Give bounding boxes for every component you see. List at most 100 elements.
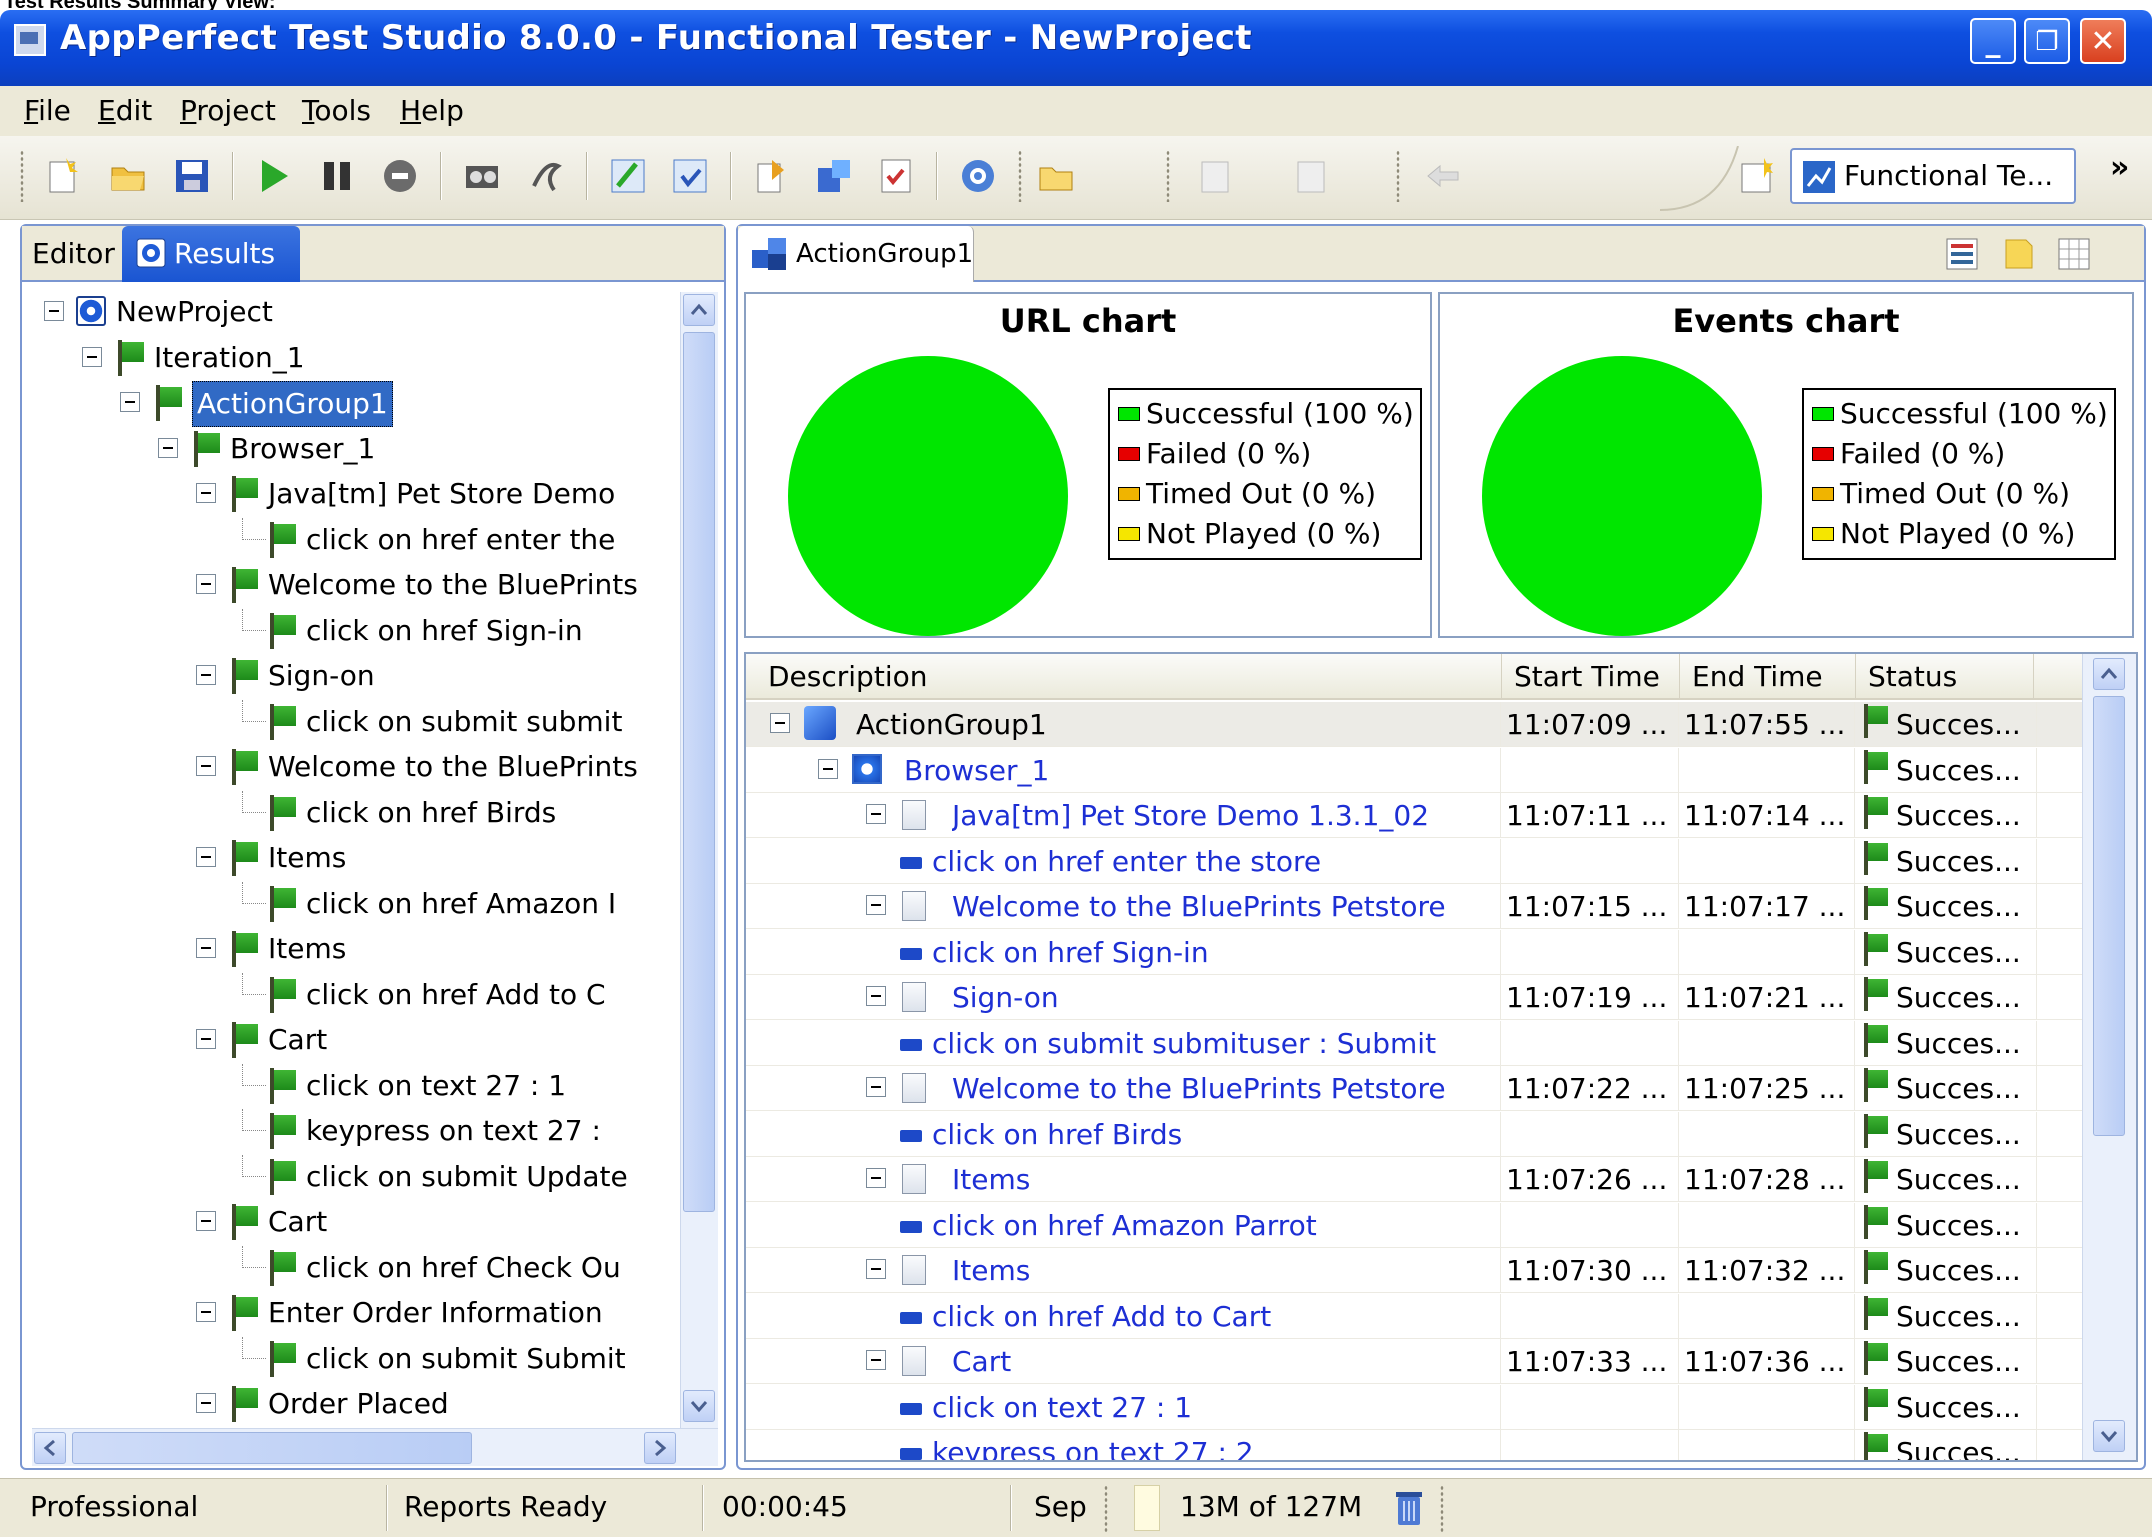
collapse-toggle[interactable] bbox=[196, 756, 216, 776]
column-description[interactable]: Description bbox=[746, 654, 1502, 700]
maximize-button[interactable]: ❐ bbox=[2024, 18, 2070, 64]
scroll-left-button[interactable] bbox=[34, 1432, 66, 1464]
cell-description[interactable]: click on href enter the store bbox=[932, 839, 1532, 884]
scroll-up-button[interactable] bbox=[2093, 658, 2125, 690]
tree-item[interactable]: Iteration_1 bbox=[32, 336, 682, 380]
script-icon[interactable] bbox=[526, 156, 566, 196]
cell-description[interactable]: Sign-on bbox=[952, 975, 1552, 1020]
column-end-time[interactable]: End Time bbox=[1680, 654, 1856, 700]
table-row[interactable]: click on submit submituser : Submit Succe… bbox=[746, 1020, 2082, 1066]
menu-help[interactable]: Help bbox=[400, 92, 464, 130]
tree-item[interactable]: keypress on text 27 : bbox=[32, 1109, 682, 1153]
tree-vertical-scrollbar[interactable] bbox=[680, 292, 718, 1428]
app-icon[interactable] bbox=[14, 24, 46, 56]
cell-description[interactable]: click on text 27 : 1 bbox=[932, 1385, 1532, 1430]
toolbar-overflow-chevron[interactable]: » bbox=[2110, 150, 2129, 185]
table-vertical-scrollbar[interactable] bbox=[2082, 654, 2136, 1460]
scroll-down-button[interactable] bbox=[683, 1390, 715, 1422]
perspective-button[interactable]: Functional Te... bbox=[1790, 148, 2076, 204]
minimize-button[interactable]: _ bbox=[1970, 18, 2016, 64]
table-row[interactable]: Browser_1 Succes... bbox=[746, 747, 2082, 793]
column-status[interactable]: Status bbox=[1856, 654, 2034, 700]
collapse-toggle[interactable] bbox=[196, 847, 216, 867]
tree-item[interactable]: click on submit submit bbox=[32, 699, 682, 744]
table-row[interactable]: click on href Sign-in Succes... bbox=[746, 929, 2082, 975]
cell-description[interactable]: click on href Sign-in bbox=[932, 930, 1532, 975]
collapse-toggle[interactable] bbox=[866, 1168, 886, 1188]
close-button[interactable]: ✕ bbox=[2080, 18, 2126, 64]
tree-item[interactable]: click on href Check Ou bbox=[32, 1245, 682, 1290]
collapse-toggle[interactable] bbox=[866, 804, 886, 824]
collapse-toggle[interactable] bbox=[866, 1259, 886, 1279]
table-row[interactable]: click on href Amazon Parrot Succes... bbox=[746, 1202, 2082, 1248]
tree-item[interactable]: click on href Amazon I bbox=[32, 881, 682, 926]
cell-description[interactable]: click on href Amazon Parrot bbox=[932, 1203, 1532, 1248]
column-start-time[interactable]: Start Time bbox=[1502, 654, 1680, 700]
table-row[interactable]: ActionGroup1 11:07:09 ... 11:07:55 ... Succ… bbox=[746, 702, 2082, 747]
scroll-thumb[interactable] bbox=[683, 332, 715, 1212]
scroll-down-button[interactable] bbox=[2093, 1420, 2125, 1452]
cell-description[interactable]: Java[tm] Pet Store Demo 1.3.1_02 bbox=[952, 793, 1552, 838]
tree-item[interactable]: Cart bbox=[32, 1200, 682, 1244]
collapse-toggle[interactable] bbox=[196, 483, 216, 503]
toolbar-grip[interactable] bbox=[1166, 150, 1170, 202]
collapse-toggle[interactable] bbox=[196, 1211, 216, 1231]
tree-item[interactable]: Welcome to the BluePrints bbox=[32, 745, 682, 789]
tab-editor[interactable]: Editor bbox=[32, 234, 115, 274]
collapse-toggle[interactable] bbox=[44, 301, 64, 321]
cell-description[interactable]: keypress on text 27 : 2 bbox=[932, 1430, 1532, 1460]
tab-actiongroup1[interactable]: ActionGroup1 bbox=[738, 226, 974, 282]
tree-item[interactable]: ActionGroup1 bbox=[32, 381, 682, 427]
report-view-icon[interactable] bbox=[1944, 236, 1980, 272]
table-row[interactable]: Items 11:07:30 ... 11:07:32 ... Succes... bbox=[746, 1248, 2082, 1293]
collapse-toggle[interactable] bbox=[196, 1393, 216, 1413]
tab-results[interactable]: Results bbox=[122, 226, 300, 282]
tree-item[interactable]: click on href Birds bbox=[32, 790, 682, 835]
tree-item[interactable]: Order Placed bbox=[32, 1382, 682, 1426]
table-row[interactable]: Java[tm] Pet Store Demo 1.3.1_02 11:07:11… bbox=[746, 793, 2082, 838]
trash-icon[interactable] bbox=[1394, 1489, 1424, 1527]
menu-project[interactable]: Project bbox=[180, 92, 276, 130]
cell-description[interactable]: Browser_1 bbox=[904, 748, 1504, 793]
scroll-right-button[interactable] bbox=[644, 1432, 676, 1464]
table-row[interactable]: keypress on text 27 : 2 Succes... bbox=[746, 1430, 2082, 1460]
collapse-toggle[interactable] bbox=[196, 665, 216, 685]
menu-tools[interactable]: Tools bbox=[302, 92, 371, 130]
menu-file[interactable]: File bbox=[24, 92, 71, 130]
tree-item[interactable]: click on text 27 : 1 bbox=[32, 1063, 682, 1108]
validate-icon[interactable] bbox=[670, 156, 710, 196]
table-row[interactable]: click on href Birds Succes... bbox=[746, 1111, 2082, 1157]
cell-description[interactable]: Items bbox=[952, 1248, 1552, 1293]
open-folder-icon[interactable] bbox=[108, 156, 148, 196]
collapse-toggle[interactable] bbox=[818, 758, 838, 779]
tree-item[interactable]: Items bbox=[32, 927, 682, 971]
cell-description[interactable]: Welcome to the BluePrints Petstore bbox=[952, 1066, 1552, 1111]
save-icon[interactable] bbox=[172, 156, 212, 196]
collapse-toggle[interactable] bbox=[120, 392, 140, 412]
toolbar-grip[interactable] bbox=[1018, 150, 1022, 202]
cell-description[interactable]: click on href Add to Cart bbox=[932, 1294, 1532, 1339]
play-icon[interactable] bbox=[254, 156, 294, 196]
cell-description[interactable]: Items bbox=[952, 1157, 1552, 1202]
tree-item[interactable]: Sign-on bbox=[32, 654, 682, 698]
tree-item[interactable]: Cart bbox=[32, 1018, 682, 1062]
scroll-up-button[interactable] bbox=[683, 294, 715, 326]
table-row[interactable]: click on href enter the store Succes... bbox=[746, 838, 2082, 884]
open-project-icon[interactable] bbox=[1036, 156, 1076, 196]
tree-item[interactable]: Browser_1 bbox=[32, 427, 682, 471]
table-row[interactable]: Items 11:07:26 ... 11:07:28 ... Succes... bbox=[746, 1157, 2082, 1202]
table-row[interactable]: click on text 27 : 1 Succes... bbox=[746, 1384, 2082, 1430]
collapse-toggle[interactable] bbox=[196, 574, 216, 594]
tree-item[interactable]: Enter Order Information bbox=[32, 1291, 682, 1335]
notes-icon[interactable] bbox=[2000, 236, 2036, 272]
tree-item[interactable]: NewProject bbox=[32, 290, 682, 334]
tree-item[interactable]: Items bbox=[32, 836, 682, 880]
collapse-toggle[interactable] bbox=[866, 1077, 886, 1097]
tree-item[interactable]: click on submit Submit bbox=[32, 1336, 682, 1381]
collapse-toggle[interactable] bbox=[866, 895, 886, 915]
collapse-toggle[interactable] bbox=[866, 986, 886, 1006]
edit-icon[interactable] bbox=[608, 156, 648, 196]
checklist-icon[interactable] bbox=[876, 156, 916, 196]
puzzle-icon[interactable] bbox=[814, 156, 854, 196]
table-row[interactable]: click on href Add to Cart Succes... bbox=[746, 1293, 2082, 1339]
